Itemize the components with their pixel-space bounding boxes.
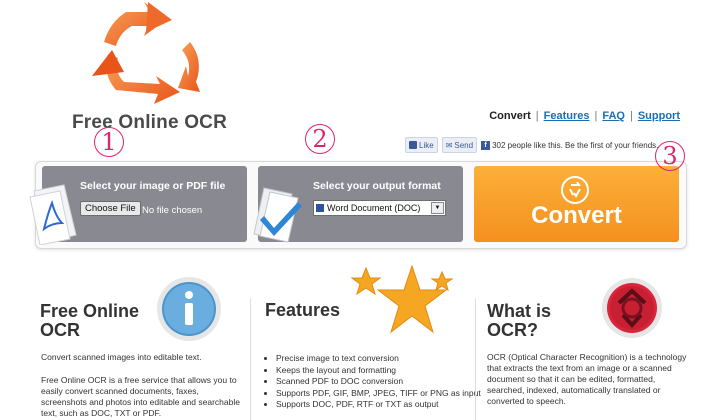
features-list: Precise image to text conversion Keeps t… <box>262 353 481 411</box>
about-body-text: Free Online OCR is a free service that a… <box>41 375 240 418</box>
output-panel-title: Select your output format <box>313 180 441 192</box>
nav-separator: | <box>629 110 633 122</box>
site-title: Free Online OCR <box>72 112 228 133</box>
word-doc-icon <box>316 204 324 212</box>
list-item: Supports PDF, GIF, BMP, JPEG, TIFF or PN… <box>276 388 481 400</box>
column-divider <box>250 298 251 420</box>
info-icon <box>157 277 221 341</box>
what-is-ocr-title: What is OCR? <box>487 301 552 340</box>
selected-format-value: Word Document (DOC) <box>327 203 421 213</box>
facebook-send-button[interactable]: ✉ Send <box>441 137 478 153</box>
step-number-1: 1 <box>94 127 124 157</box>
input-file-panel: Select your image or PDF file Choose Fil… <box>29 166 247 245</box>
about-title: Free Online OCR <box>40 301 140 340</box>
nav-convert[interactable]: Convert <box>489 110 531 122</box>
convert-label: Convert <box>531 202 622 229</box>
output-format-panel: Select your output format Word Document … <box>253 166 463 243</box>
step-number-2: 2 <box>305 124 335 154</box>
chevron-down-icon[interactable]: ▼ <box>431 202 444 214</box>
convert-arrows-icon <box>569 181 581 198</box>
top-nav: Convert | Features | FAQ | Support <box>489 110 680 122</box>
output-format-select[interactable]: Word Document (DOC) ▼ <box>313 200 446 216</box>
nav-faq-link[interactable]: FAQ <box>602 110 625 122</box>
pdf-document-icon <box>29 184 77 245</box>
recycle-arrows-logo-icon <box>92 2 200 104</box>
thumbs-up-icon <box>409 141 417 149</box>
list-item: Supports DOC, PDF, RTF or TXT as output <box>276 399 481 411</box>
like-label: Like <box>419 140 434 150</box>
features-title: Features <box>265 300 341 320</box>
column-divider <box>475 298 476 420</box>
convert-cycle-icon <box>561 176 589 204</box>
input-panel-title: Select your image or PDF file <box>80 180 226 192</box>
facebook-icon: f <box>481 140 491 150</box>
choose-file-button[interactable]: Choose File <box>80 201 141 216</box>
ocr-cycle-icon <box>602 278 662 338</box>
what-is-ocr-body-text: OCR (Optical Character Recognition) is a… <box>487 352 687 406</box>
stars-icon <box>350 264 454 334</box>
list-item: Keeps the layout and formatting <box>276 365 481 377</box>
documents-checkmark-icon <box>253 187 302 243</box>
nav-support-link[interactable]: Support <box>638 110 680 122</box>
nav-features-link[interactable]: Features <box>544 110 590 122</box>
facebook-like-button[interactable]: Like <box>405 137 438 153</box>
send-label: Send <box>454 140 474 150</box>
nav-separator: | <box>594 110 598 122</box>
like-count-text: 302 people like this. Be the first of yo… <box>492 140 659 150</box>
social-bar: Like ✉ Send f 302 people like this. Be the… <box>405 137 658 153</box>
step-number-3: 3 <box>655 141 685 171</box>
list-item: Scanned PDF to DOC conversion <box>276 376 481 388</box>
list-item: Precise image to text conversion <box>276 353 481 365</box>
file-status-text: No file chosen <box>142 205 203 216</box>
send-icon: ✉ <box>445 140 453 150</box>
nav-separator: | <box>535 110 539 122</box>
about-lead-text: Convert scanned images into editable tex… <box>41 352 202 362</box>
convert-button[interactable]: Convert <box>474 166 679 242</box>
